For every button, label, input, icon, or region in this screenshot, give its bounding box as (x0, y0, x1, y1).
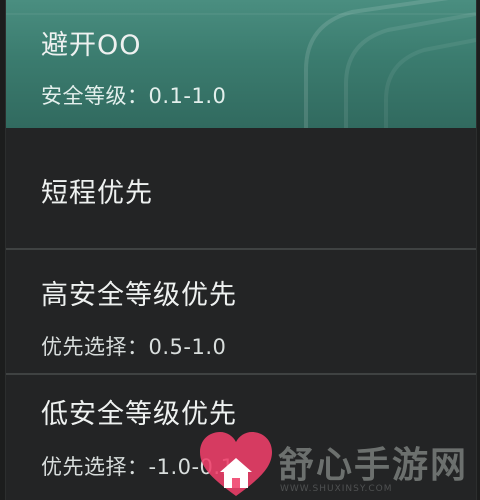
route-option-shortest[interactable]: 短程优先 (6, 128, 476, 248)
route-preference-menu: 避开OO 安全等级：0.1-1.0 短程优先 高安全等级优先 优先选择：0.5-… (5, 0, 477, 500)
menu-divider (6, 373, 476, 375)
option-title: 高安全等级优先 (41, 280, 237, 311)
game-screen: 避开OO 安全等级：0.1-1.0 短程优先 高安全等级优先 优先选择：0.5-… (0, 0, 480, 500)
route-option-low-security[interactable]: 低安全等级优先 优先选择：-1.0-0.1 (6, 376, 476, 500)
option-preferred-range: 优先选择：-1.0-0.1 (41, 455, 235, 479)
route-option-high-security[interactable]: 高安全等级优先 优先选择：0.5-1.0 (6, 250, 476, 373)
option-title: 避开OO (41, 30, 142, 61)
option-security-range: 安全等级：0.1-1.0 (41, 84, 227, 108)
option-title: 低安全等级优先 (41, 399, 237, 430)
route-option-avoid-lowsec[interactable]: 避开OO 安全等级：0.1-1.0 (6, 0, 476, 128)
option-title: 短程优先 (41, 178, 153, 209)
option-preferred-range: 优先选择：0.5-1.0 (41, 335, 227, 359)
